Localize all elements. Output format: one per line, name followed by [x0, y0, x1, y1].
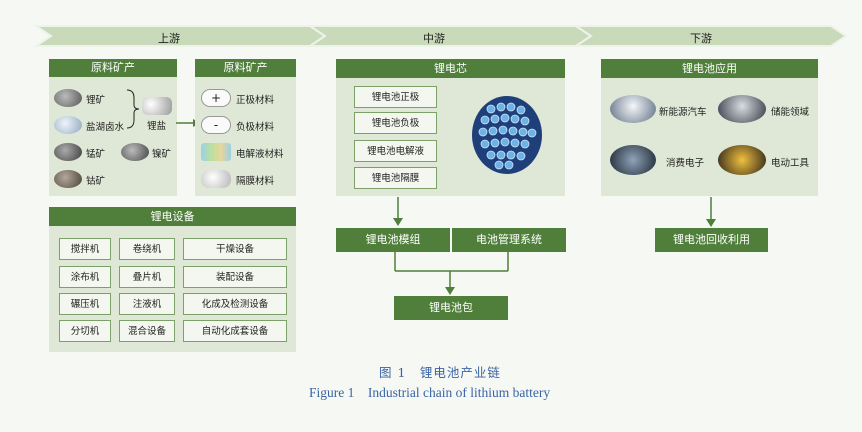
mineral-nickel-ore: 镍矿 — [152, 149, 172, 160]
lithium-salt-brace — [126, 89, 140, 129]
cell-cathode: 锂电池正极 — [354, 86, 437, 108]
electrolyte-icon — [201, 143, 231, 161]
material-anode: 负极材料 — [236, 122, 275, 133]
equipment-winder: 卷绕机 — [119, 238, 175, 260]
equipment-slitter: 分切机 — [59, 320, 111, 342]
equipment-coater: 涂布机 — [59, 266, 111, 288]
midstream-chevron — [306, 25, 593, 47]
cathode-icon: + — [201, 89, 231, 107]
equipment-formation-testing: 化成及检测设备 — [183, 293, 287, 315]
manganese-ore-icon — [54, 143, 82, 161]
battery-module: 锂电池模组 — [336, 228, 450, 252]
material-separator: 隔膜材料 — [236, 176, 275, 187]
equipment-stacker: 叠片机 — [119, 266, 175, 288]
midstream-label: 中游 — [423, 32, 445, 45]
anode-icon: - — [201, 116, 231, 134]
power-tool-icon — [718, 145, 766, 175]
figure-caption-chinese: 图 1 锂电池产业链 — [379, 365, 501, 380]
mineral-cobalt-ore: 钴矿 — [86, 176, 106, 187]
mineral-manganese-ore: 锰矿 — [86, 149, 106, 160]
battery-pack: 锂电池包 — [394, 296, 508, 320]
car-icon — [610, 95, 656, 123]
equipment-dryer: 干燥设备 — [183, 238, 287, 260]
lithium-ore-icon — [54, 89, 82, 107]
app-power-tools: 电动工具 — [771, 158, 810, 169]
equipment-blender: 混合设备 — [119, 320, 175, 342]
app-new-energy-vehicle: 新能源汽车 — [659, 107, 707, 118]
app-energy-storage: 储能领域 — [771, 107, 810, 118]
upstream-label: 上游 — [158, 32, 180, 45]
equipment-mixer: 搅拌机 — [59, 238, 111, 260]
cell-separator: 锂电池隔膜 — [354, 167, 437, 189]
battery-recycling: 锂电池回收利用 — [655, 228, 768, 252]
battery-management-system: 电池管理系统 — [452, 228, 566, 252]
cell-title: 锂电芯 — [336, 59, 565, 78]
applications-panel — [601, 59, 818, 196]
equipment-roller-press: 碾压机 — [59, 293, 111, 315]
nickel-ore-icon — [121, 143, 149, 161]
equipment-filler: 注液机 — [119, 293, 175, 315]
material-cathode: 正极材料 — [236, 95, 275, 106]
lithium-salt-icon — [142, 97, 172, 115]
battery-cells-icon — [472, 96, 542, 174]
downstream-label: 下游 — [690, 32, 712, 45]
equipment-title: 锂电设备 — [49, 207, 296, 226]
lithium-salt-label: 锂盐 — [147, 121, 167, 132]
energy-storage-icon — [718, 95, 766, 123]
applications-to-recycling-arrow — [706, 197, 716, 227]
applications-title: 锂电池应用 — [601, 59, 818, 78]
brine-icon — [54, 116, 82, 134]
cell-electrolyte: 锂电池电解液 — [354, 140, 437, 162]
raw-materials-title: 原料矿产 — [195, 59, 296, 77]
cobalt-ore-icon — [54, 170, 82, 188]
consumer-electronics-icon — [610, 145, 656, 175]
mineral-brine: 盐湖卤水 — [86, 122, 125, 133]
raw-minerals-title: 原料矿产 — [49, 59, 177, 77]
equipment-automation-line: 自动化成套设备 — [183, 320, 287, 342]
mineral-lithium-ore: 锂矿 — [86, 95, 106, 106]
material-electrolyte: 电解液材料 — [236, 149, 284, 160]
equipment-assembly: 装配设备 — [183, 266, 287, 288]
separator-icon — [201, 170, 231, 188]
figure-caption-english: Figure 1 Industrial chain of lithium bat… — [309, 385, 551, 400]
cell-anode: 锂电池负极 — [354, 112, 437, 134]
app-consumer-electronics: 消费电子 — [666, 158, 705, 169]
